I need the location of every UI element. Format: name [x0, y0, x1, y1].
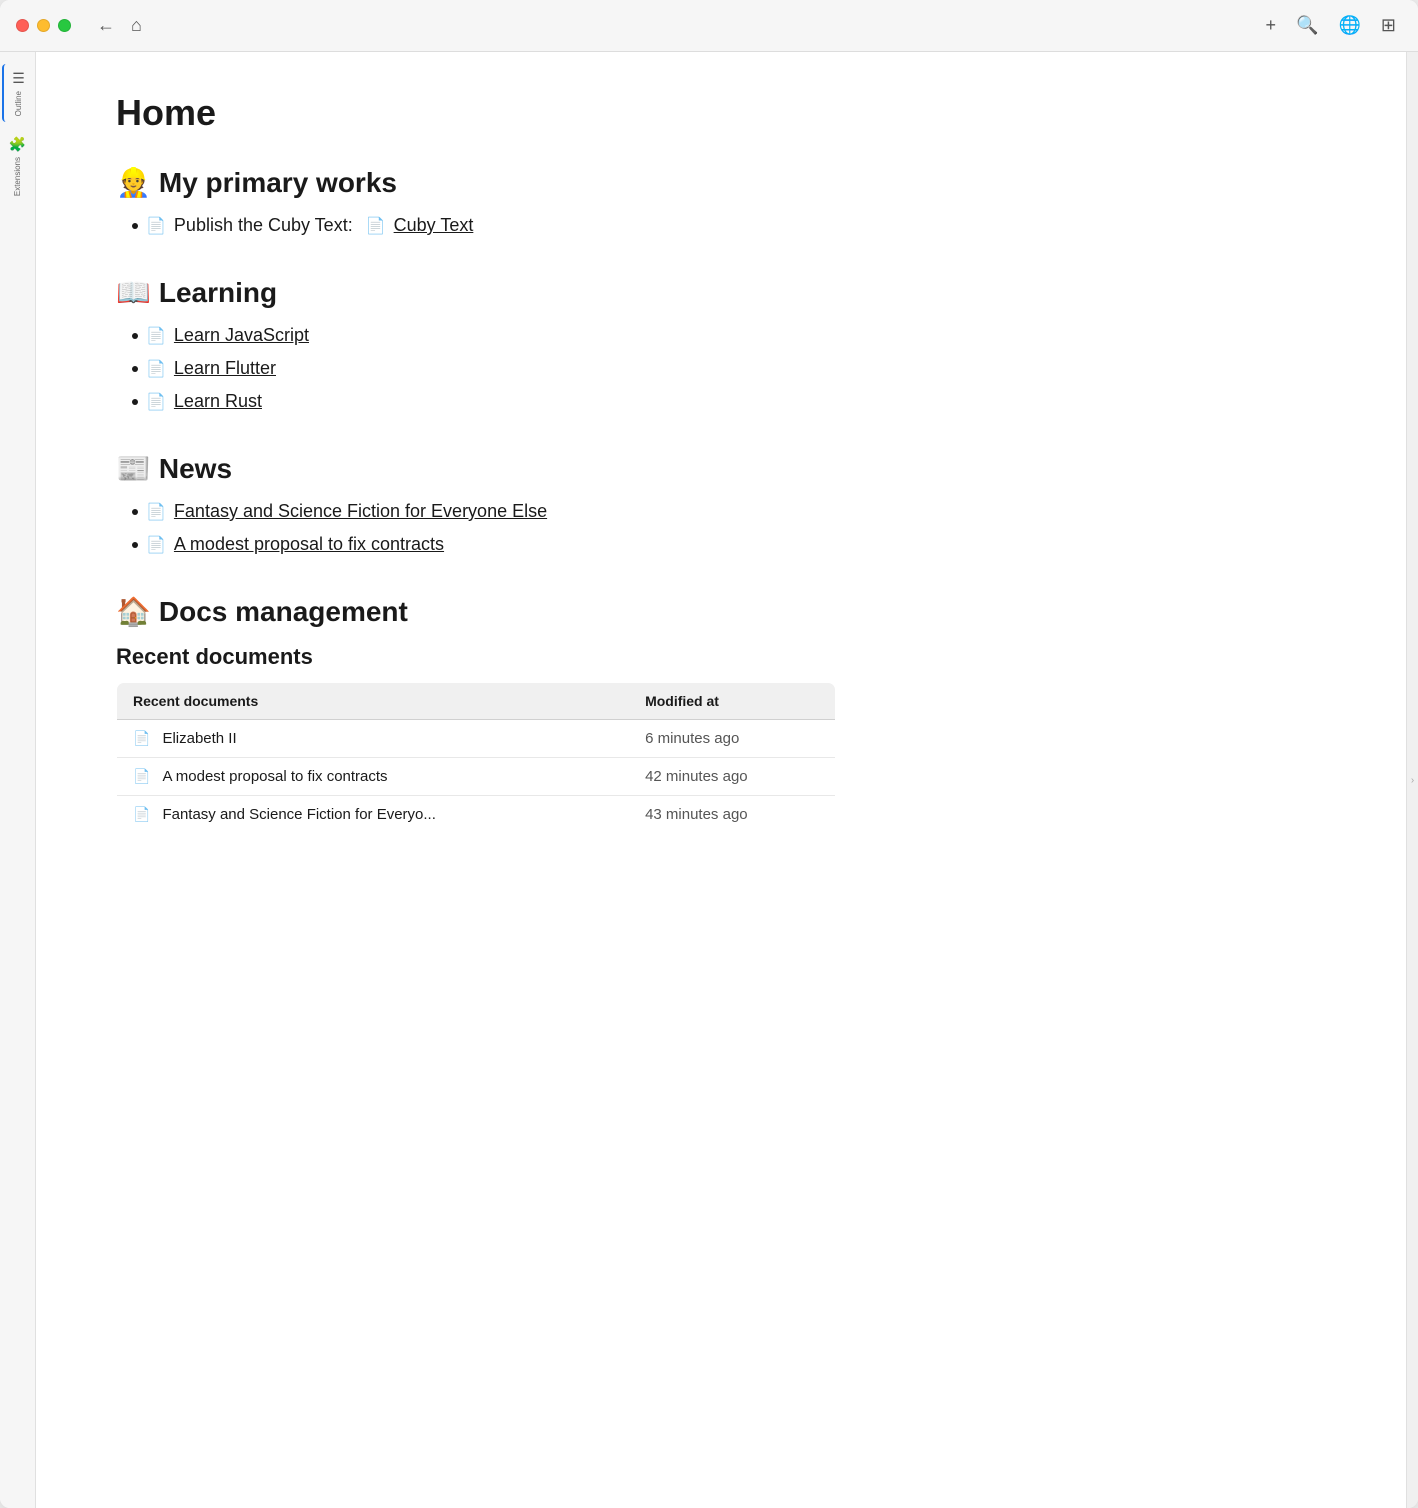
back-button[interactable]: ← — [91, 11, 121, 40]
extensions-icon: 🧩 — [9, 136, 26, 153]
bullet-icon — [132, 509, 138, 515]
table-cell-modified: 42 minutes ago — [629, 758, 835, 796]
page-title: Home — [116, 92, 1326, 134]
table-header-row: Recent documents Modified at — [117, 683, 836, 720]
table-cell-name: 📄 A modest proposal to fix contracts — [117, 758, 630, 796]
layout-button[interactable]: ⊞ — [1375, 9, 1402, 42]
docs-management-emoji: 🏠 — [116, 595, 151, 628]
doc-name: A modest proposal to fix contracts — [162, 768, 387, 785]
learning-emoji: 📖 — [116, 276, 151, 309]
section-heading-learning: 📖 Learning — [116, 276, 1326, 309]
doc-icon: 📄 — [146, 326, 166, 346]
doc-name: Elizabeth II — [162, 730, 236, 747]
doc-icon: 📄 — [146, 216, 166, 236]
nav-buttons: ← ⌂ — [91, 11, 148, 40]
col-header-name: Recent documents — [117, 683, 630, 720]
table-cell-modified: 6 minutes ago — [629, 720, 835, 758]
learning-list: 📄 Learn JavaScript 📄 Learn Flutter 📄 Lea… — [132, 325, 1326, 412]
table-cell-name: 📄 Fantasy and Science Fiction for Everyo… — [117, 796, 630, 834]
section-heading-docs-management: 🏠 Docs management — [116, 595, 1326, 628]
app-window: ← ⌂ + 🔍 🌐 ⊞ ☰ Outline 🧩 Extensions Home — [0, 0, 1418, 1508]
bullet-icon — [132, 542, 138, 548]
list-item: 📄 Learn Rust — [132, 391, 1326, 412]
content-area: Home 👷 My primary works 📄 Publish the Cu… — [36, 52, 1406, 1508]
bullet-icon — [132, 333, 138, 339]
section-docs-management: 🏠 Docs management Recent documents Recen… — [116, 595, 1326, 834]
news-list: 📄 Fantasy and Science Fiction for Everyo… — [132, 501, 1326, 555]
traffic-lights — [16, 19, 71, 32]
learn-flutter-link[interactable]: Learn Flutter — [174, 358, 276, 379]
cuby-text-link[interactable]: Cuby Text — [394, 215, 474, 236]
right-arrow-icon: › — [1411, 775, 1414, 786]
doc-icon: 📄 — [133, 768, 150, 785]
recent-documents-table: Recent documents Modified at 📄 Elizabeth… — [116, 682, 836, 834]
doc-icon: 📄 — [146, 392, 166, 412]
table-cell-name: 📄 Elizabeth II — [117, 720, 630, 758]
doc-icon: 📄 — [133, 730, 150, 747]
sidebar: ☰ Outline 🧩 Extensions — [0, 52, 36, 1508]
doc-icon: 📄 — [366, 216, 386, 236]
doc-icon: 📄 — [146, 359, 166, 379]
docs-management-title: Docs management — [159, 596, 408, 628]
table-cell-modified: 43 minutes ago — [629, 796, 835, 834]
search-button[interactable]: 🔍 — [1290, 9, 1324, 42]
sidebar-item-extensions[interactable]: 🧩 Extensions — [2, 130, 34, 202]
section-heading-primary-works: 👷 My primary works — [116, 166, 1326, 199]
maximize-button[interactable] — [58, 19, 71, 32]
primary-works-list: 📄 Publish the Cuby Text: 📄 Cuby Text — [132, 215, 1326, 236]
section-primary-works: 👷 My primary works 📄 Publish the Cuby Te… — [116, 166, 1326, 236]
primary-works-title: My primary works — [159, 167, 397, 199]
news-emoji: 📰 — [116, 452, 151, 485]
toolbar-right: + 🔍 🌐 ⊞ — [1260, 9, 1402, 42]
globe-button[interactable]: 🌐 — [1332, 9, 1366, 42]
titlebar: ← ⌂ + 🔍 🌐 ⊞ — [0, 0, 1418, 52]
publish-text: Publish the Cuby Text: — [174, 215, 358, 236]
fantasy-fiction-link[interactable]: Fantasy and Science Fiction for Everyone… — [174, 501, 547, 522]
list-item: 📄 A modest proposal to fix contracts — [132, 534, 1326, 555]
extensions-label: Extensions — [13, 157, 22, 196]
bullet-icon — [132, 366, 138, 372]
close-button[interactable] — [16, 19, 29, 32]
bullet-icon — [132, 223, 138, 229]
outline-label: Outline — [14, 91, 23, 116]
main-layout: ☰ Outline 🧩 Extensions Home 👷 My primary… — [0, 52, 1418, 1508]
right-edge: › — [1406, 52, 1418, 1508]
learn-javascript-link[interactable]: Learn JavaScript — [174, 325, 309, 346]
list-item: 📄 Publish the Cuby Text: 📄 Cuby Text — [132, 215, 1326, 236]
learn-rust-link[interactable]: Learn Rust — [174, 391, 262, 412]
outline-icon: ☰ — [12, 70, 25, 87]
home-button[interactable]: ⌂ — [125, 11, 148, 40]
list-item: 📄 Learn Flutter — [132, 358, 1326, 379]
add-button[interactable]: + — [1260, 9, 1283, 42]
section-learning: 📖 Learning 📄 Learn JavaScript 📄 Learn Fl… — [116, 276, 1326, 412]
doc-icon: 📄 — [133, 806, 150, 823]
doc-icon: 📄 — [146, 502, 166, 522]
primary-works-emoji: 👷 — [116, 166, 151, 199]
col-header-modified: Modified at — [629, 683, 835, 720]
list-item: 📄 Learn JavaScript — [132, 325, 1326, 346]
news-title: News — [159, 453, 232, 485]
section-news: 📰 News 📄 Fantasy and Science Fiction for… — [116, 452, 1326, 555]
section-heading-news: 📰 News — [116, 452, 1326, 485]
list-item: 📄 Fantasy and Science Fiction for Everyo… — [132, 501, 1326, 522]
sidebar-item-outline[interactable]: ☰ Outline — [2, 64, 34, 122]
doc-icon: 📄 — [146, 535, 166, 555]
doc-name: Fantasy and Science Fiction for Everyo..… — [162, 806, 435, 823]
learning-title: Learning — [159, 277, 277, 309]
minimize-button[interactable] — [37, 19, 50, 32]
table-section: Recent documents Recent documents Modifi… — [116, 644, 1326, 834]
recent-documents-heading: Recent documents — [116, 644, 1326, 670]
bullet-icon — [132, 399, 138, 405]
table-row: 📄 Fantasy and Science Fiction for Everyo… — [117, 796, 836, 834]
modest-proposal-link[interactable]: A modest proposal to fix contracts — [174, 534, 444, 555]
table-row: 📄 A modest proposal to fix contracts 42 … — [117, 758, 836, 796]
table-row: 📄 Elizabeth II 6 minutes ago — [117, 720, 836, 758]
